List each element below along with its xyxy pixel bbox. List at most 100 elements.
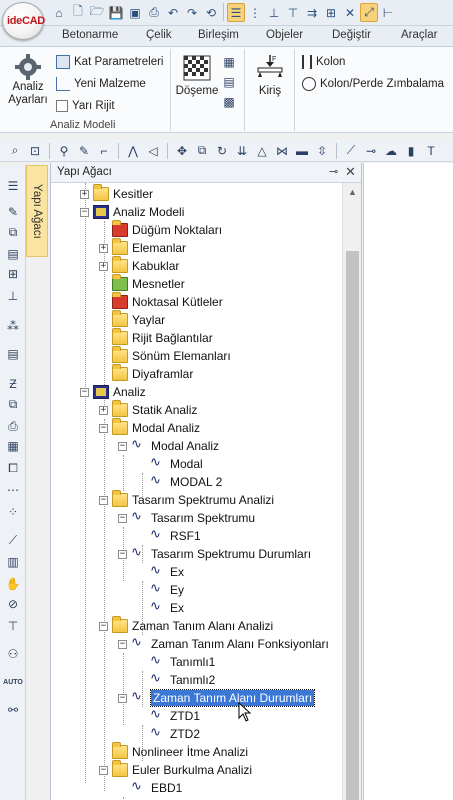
home-icon[interactable]: ⌂: [50, 3, 68, 22]
offset-icon[interactable]: ▬: [293, 142, 311, 160]
tree-node[interactable]: Noktasal Kütleler: [112, 292, 223, 311]
tree-node[interactable]: − Modal Analiz: [99, 418, 200, 437]
expand-toggle[interactable]: +: [99, 243, 108, 253]
tree-node[interactable]: − Zaman Tanım Alanı Fonksiyonları: [118, 634, 329, 653]
pick-icon[interactable]: ⚲: [55, 142, 73, 160]
yari-rijit-checkbox[interactable]: Yarı Rijit: [56, 97, 115, 115]
collapse-toggle[interactable]: −: [80, 387, 89, 397]
binoculars-icon[interactable]: ⚯: [4, 701, 22, 719]
tab-araclar[interactable]: Araçlar: [401, 29, 437, 41]
move-icon[interactable]: ✥: [173, 142, 191, 160]
triangle-icon[interactable]: △: [253, 142, 271, 160]
perpendicular-icon[interactable]: ⊤: [284, 3, 302, 22]
refresh-icon[interactable]: ⟲: [202, 3, 220, 22]
measure-icon[interactable]: ⋀: [124, 142, 142, 160]
tree-node[interactable]: + Kesitler: [80, 184, 153, 203]
eraser-icon[interactable]: ◁: [144, 142, 162, 160]
pin-icon[interactable]: ⊸: [329, 165, 338, 178]
dots-icon[interactable]: ⁘: [4, 503, 22, 521]
tree-node[interactable]: Tanımlı2: [150, 670, 215, 689]
tab-celik[interactable]: Çelik: [146, 29, 172, 41]
tree-node[interactable]: Mesnetler: [112, 274, 185, 293]
drawing-canvas[interactable]: [363, 163, 453, 800]
save-icon[interactable]: 💾: [107, 3, 125, 22]
collapse-toggle[interactable]: −: [80, 207, 89, 217]
doseme-button[interactable]: Döşeme: [175, 55, 219, 98]
expand-toggle[interactable]: +: [80, 189, 89, 199]
tree-node[interactable]: − Modal Analiz: [118, 436, 219, 455]
cloud-icon[interactable]: ☁: [382, 142, 400, 160]
midpoint-icon[interactable]: ⇉: [303, 3, 321, 22]
line-icon[interactable]: ⟋: [342, 142, 360, 160]
tree-node[interactable]: Düğüm Noktaları: [112, 220, 222, 239]
tree-node[interactable]: Modal: [150, 454, 203, 473]
tree-node[interactable]: ZTD2: [150, 724, 200, 743]
collapse-toggle[interactable]: −: [118, 693, 127, 703]
tree-scrollbar[interactable]: ▲: [342, 183, 361, 800]
kolon-button[interactable]: Kolon: [302, 53, 345, 71]
tab-objeler[interactable]: Objeler: [266, 29, 303, 41]
document-icon[interactable]: ▤: [4, 345, 22, 363]
kat-parametreleri-button[interactable]: Kat Parametreleri: [56, 53, 163, 71]
save-as-icon[interactable]: ▣: [126, 3, 144, 22]
trim-icon[interactable]: ⇳: [313, 142, 331, 160]
new-file-icon[interactable]: 🗋: [69, 3, 87, 22]
expand-toggle[interactable]: +: [99, 405, 108, 415]
tree-node[interactable]: MODAL 2: [150, 472, 222, 491]
grid-icon[interactable]: ⊞: [4, 265, 22, 283]
analysis-settings-button[interactable]: Analiz Ayarları: [8, 53, 48, 107]
tree-node[interactable]: − Tasarım Spektrumu Durumları: [118, 544, 311, 563]
snap-active-icon[interactable]: ⤢: [360, 3, 378, 22]
kiris-button[interactable]: F Kiriş: [252, 53, 288, 98]
collapse-toggle[interactable]: −: [99, 621, 108, 631]
scroll-up-icon[interactable]: ▲: [348, 187, 357, 197]
close-icon[interactable]: ✕: [345, 164, 356, 180]
wall-icon[interactable]: ▥: [4, 553, 22, 571]
collapse-toggle[interactable]: −: [118, 441, 127, 451]
tree-node[interactable]: − Analiz: [80, 383, 146, 401]
hand-icon[interactable]: ✋: [4, 575, 22, 593]
copy-icon[interactable]: ⧉: [193, 142, 211, 160]
collapse-toggle[interactable]: −: [118, 639, 127, 649]
layers-icon[interactable]: ☰: [227, 3, 245, 22]
scrollbar-thumb[interactable]: [346, 251, 359, 800]
vertical-tab-yapi-agaci[interactable]: Yapı Ağacı: [26, 165, 48, 257]
list-icon[interactable]: ☰: [4, 177, 22, 195]
undo-icon[interactable]: ↶: [164, 3, 182, 22]
text-icon[interactable]: T: [422, 142, 440, 160]
tree-node[interactable]: − Analiz Modeli: [80, 203, 184, 221]
dim-icon[interactable]: ⊸: [362, 142, 380, 160]
slash-icon[interactable]: ⊘: [4, 595, 22, 613]
tab-birlesim[interactable]: Birleşim: [198, 29, 239, 41]
tree-node[interactable]: Yaylar: [112, 310, 165, 329]
grid-icon[interactable]: ⋮: [246, 3, 264, 22]
slab-type-3-icon[interactable]: ▩: [220, 93, 238, 111]
edit-icon[interactable]: ✎: [4, 203, 22, 221]
tree-node[interactable]: + Kabuklar: [99, 256, 179, 275]
stretch-icon[interactable]: ⋈: [273, 142, 291, 160]
checkbox-icon[interactable]: [56, 100, 68, 112]
tree-node[interactable]: − Euler Burkulma Analizi: [99, 760, 252, 779]
collapse-toggle[interactable]: −: [99, 423, 108, 433]
extend-icon[interactable]: ⊢: [379, 3, 397, 22]
tree-node[interactable]: − Tasarım Spektrumu: [118, 508, 255, 527]
tab-degistir[interactable]: Değiştir: [332, 29, 371, 41]
kolon-perde-zimbalama-button[interactable]: Kolon/Perde Zımbalama: [302, 75, 444, 93]
number-icon[interactable]: ⁂: [4, 317, 22, 335]
tab-betonarme[interactable]: Betonarme: [62, 29, 118, 41]
tree-node[interactable]: Sönüm Elemanları: [112, 346, 231, 365]
bar-chart-icon[interactable]: ▮: [402, 142, 420, 160]
brace-icon[interactable]: ⟋: [4, 531, 22, 549]
tree-node[interactable]: − Zaman Tanım Alanı Analizi: [99, 616, 273, 635]
open-folder-icon[interactable]: 🗁: [88, 3, 106, 22]
person-icon[interactable]: ⚇: [4, 645, 22, 663]
map-icon[interactable]: ⋯: [4, 481, 22, 499]
zoom-window-icon[interactable]: ⊡: [26, 142, 44, 160]
print-icon[interactable]: ⎙: [4, 417, 22, 435]
slab-type-1-icon[interactable]: ▦: [220, 53, 238, 71]
zigzag-icon[interactable]: Ƶ: [4, 375, 22, 393]
auto-rbc-icon[interactable]: AUTO: [3, 673, 23, 691]
marker-icon[interactable]: ⌐: [95, 142, 113, 160]
tangent-icon[interactable]: ✕: [341, 3, 359, 22]
slab-type-2-icon[interactable]: ▤: [220, 73, 238, 91]
